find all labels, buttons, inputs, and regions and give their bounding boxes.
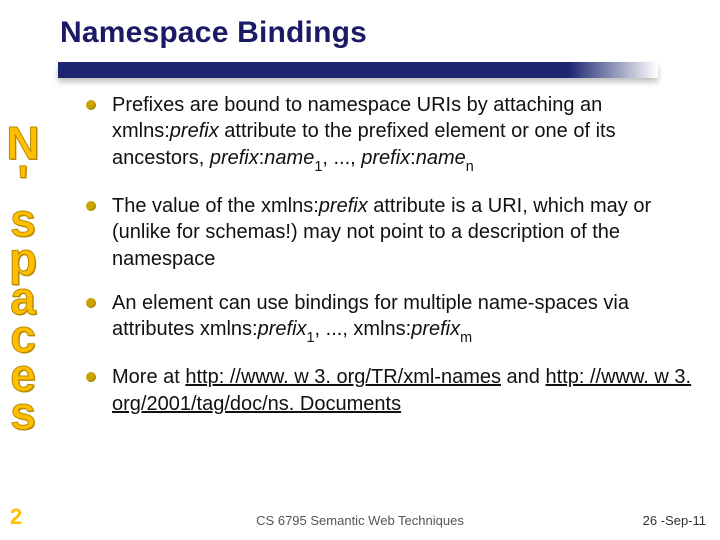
slide: Namespace Bindings N'spaces Prefixes are…	[0, 0, 720, 540]
text: and	[501, 366, 545, 388]
italic-text: name	[264, 147, 314, 169]
subscript: n	[466, 159, 474, 175]
italic-text: prefix	[258, 318, 307, 340]
italic-text: prefix	[170, 120, 219, 142]
subscript: 1	[314, 159, 322, 175]
subscript: m	[460, 330, 472, 346]
footer-date: 26 -Sep-11	[643, 513, 706, 528]
slide-number: 2	[10, 504, 22, 530]
bullet-item: The value of the xmlns:prefix attribute …	[84, 193, 694, 272]
italic-text: prefix	[319, 195, 368, 217]
footer-course: CS 6795 Semantic Web Techniques	[256, 513, 464, 528]
link-text[interactable]: http: //www. w 3. org/TR/xml-names	[185, 366, 501, 388]
side-label: N'spaces	[0, 124, 52, 433]
italic-text: prefix	[411, 318, 460, 340]
bullet-item: Prefixes are bound to namespace URIs by …	[84, 92, 694, 175]
bullet-item: More at http: //www. w 3. org/TR/xml-nam…	[84, 364, 694, 417]
title-underline	[58, 62, 658, 78]
slide-title: Namespace Bindings	[60, 16, 720, 50]
bullet-item: An element can use bindings for multiple…	[84, 290, 694, 346]
bullet-list: Prefixes are bound to namespace URIs by …	[84, 92, 694, 417]
text: , ...,	[322, 147, 361, 169]
content-area: Prefixes are bound to namespace URIs by …	[84, 92, 694, 435]
text: The value of the xmlns:	[112, 195, 319, 217]
text: , ..., xmlns:	[315, 318, 412, 340]
italic-text: prefix	[210, 147, 259, 169]
subscript: 1	[307, 330, 315, 346]
italic-text: prefix	[361, 147, 410, 169]
title-wrap: Namespace Bindings	[0, 0, 720, 56]
text: More at	[112, 366, 185, 388]
italic-text: name	[416, 147, 466, 169]
